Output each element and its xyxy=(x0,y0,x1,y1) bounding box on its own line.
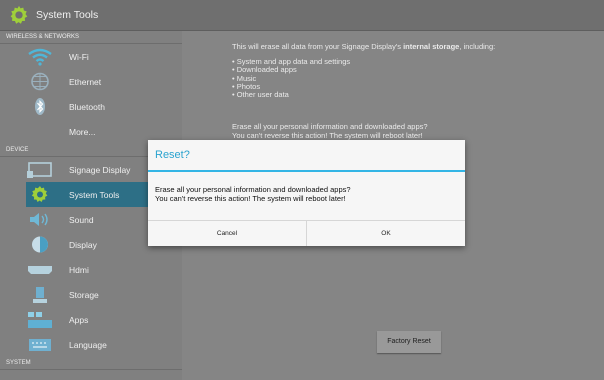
dialog-title: Reset? xyxy=(155,149,190,161)
dialog-message-line: Erase all your personal information and … xyxy=(155,185,351,194)
settings-screen: System Tools Wireless & networks Wi-Fi E… xyxy=(0,0,604,380)
sidebar-item-label: Display xyxy=(69,239,97,250)
wifi-icon xyxy=(28,48,52,66)
bluetooth-icon xyxy=(35,98,45,115)
speaker-icon xyxy=(30,213,48,226)
sidebar-item-bluetooth[interactable]: Bluetooth xyxy=(0,94,182,119)
sidebar-item-apps[interactable]: Apps xyxy=(0,307,182,332)
reset-intro-text: This will erase all data from your Signa… xyxy=(232,42,495,51)
sidebar-item-label: Sound xyxy=(69,214,94,225)
apps-icon xyxy=(28,312,52,328)
sidebar-item-label: Hdmi xyxy=(69,264,89,275)
warning-line: You can't reverse this action! The syste… xyxy=(232,131,423,140)
gear-icon xyxy=(31,186,48,202)
sidebar-item-language[interactable]: Language xyxy=(0,332,182,357)
dialog-message: Erase all your personal information and … xyxy=(155,185,351,203)
sidebar-item-ethernet[interactable]: Ethernet xyxy=(0,69,182,94)
erase-data-list: • System and app data and settings • Dow… xyxy=(232,57,350,100)
display-icon xyxy=(32,236,48,253)
title-bar: System Tools xyxy=(0,0,604,31)
dialog-actions: Cancel OK xyxy=(148,220,465,246)
warning-line: Erase all your personal information and … xyxy=(232,122,428,131)
sidebar-item-hdmi[interactable]: Hdmi xyxy=(0,257,182,282)
sidebar-item-label: Signage Display xyxy=(69,164,131,175)
dialog-message-line: You can't reverse this action! The syste… xyxy=(155,194,346,203)
sidebar-item-label: More... xyxy=(69,126,96,137)
sidebar-item-label: Language xyxy=(69,339,107,350)
gear-icon xyxy=(10,5,28,24)
factory-reset-button[interactable]: Factory Reset xyxy=(377,331,441,353)
storage-icon xyxy=(33,287,47,303)
hdmi-icon xyxy=(28,266,52,274)
section-header-wireless-networks: Wireless & networks xyxy=(0,31,182,44)
list-item: • Other user data xyxy=(232,90,289,100)
signage-display-icon xyxy=(27,162,52,178)
keyboard-icon xyxy=(29,339,51,351)
sidebar-item-label: Ethernet xyxy=(69,76,102,87)
sidebar-item-wifi[interactable]: Wi-Fi xyxy=(0,44,182,69)
cancel-button[interactable]: Cancel xyxy=(148,221,306,246)
intro-suffix: , including: xyxy=(459,42,496,51)
app-title: System Tools xyxy=(36,9,99,21)
intro-prefix: This will erase all data from your Signa… xyxy=(232,42,404,51)
ok-button[interactable]: OK xyxy=(306,221,465,246)
sidebar-item-label: Storage xyxy=(69,289,99,300)
reset-dialog: Reset? Erase all your personal informati… xyxy=(148,140,465,246)
sidebar-item-label: System Tools xyxy=(69,189,120,200)
reset-warning-text: Erase all your personal information and … xyxy=(232,122,428,140)
sidebar-item-label: Wi-Fi xyxy=(69,51,89,62)
ethernet-icon xyxy=(31,72,49,91)
dialog-divider xyxy=(148,170,465,172)
sidebar-item-storage[interactable]: Storage xyxy=(0,282,182,307)
intro-bold: internal storage xyxy=(403,42,460,51)
sidebar-item-label: Apps xyxy=(69,314,89,325)
section-header-system: System xyxy=(0,357,182,370)
sidebar-item-label: Bluetooth xyxy=(69,101,105,112)
